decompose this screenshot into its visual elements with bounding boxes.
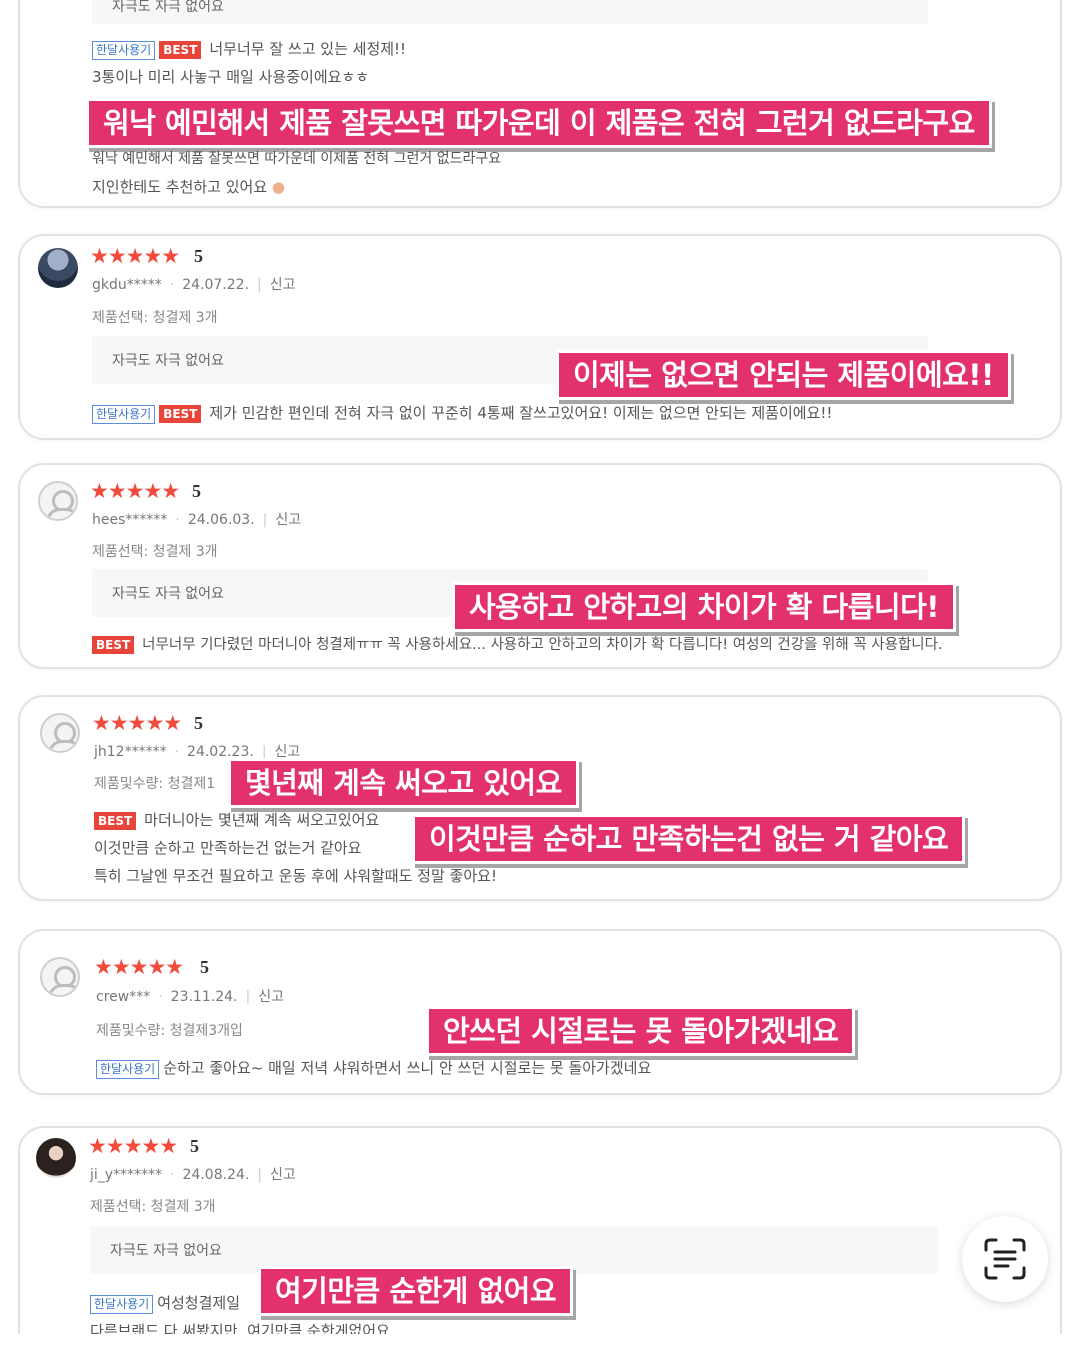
rating-score: 5 <box>192 481 201 501</box>
star-rating: ★★★★★ <box>88 1134 178 1158</box>
review-text-line: 한달사용기 BEST 제가 민감한 편인데 전혀 자극 없이 꾸준히 4통째 잘쓰고… <box>92 402 832 424</box>
review-text-line: 특히 그날엔 무조건 필요하고 운동 후에 샤워할때도 정말 좋아요! <box>94 867 497 885</box>
avatar <box>36 1138 76 1178</box>
highlight-caption: 몇년째 계속 써오고 있어요 <box>228 758 579 808</box>
review-text: 마더니아는 몇년째 계속 써오고있어요 <box>144 811 380 829</box>
review-text-line: 한달사용기 여성청결제일 <box>90 1292 240 1314</box>
star-rating: ★★★★★ <box>94 955 184 979</box>
report-link[interactable]: 신고 <box>275 512 301 528</box>
review-text: 너무너무 기다렸던 마더니아 청결제ㅠㅠ 꼭 사용하세요... 사용하고 안하고… <box>142 637 943 653</box>
highlight-caption: 여기만큼 순한게 없어요 <box>258 1266 573 1316</box>
review-text: 여성청결제일 <box>157 1294 241 1312</box>
rating-score: 5 <box>200 957 209 977</box>
review-text-line: BEST 너무너무 기다렸던 마더니아 청결제ㅠㅠ 꼭 사용하세요... 사용하고… <box>92 633 943 654</box>
username: gkdu***** <box>92 277 162 293</box>
review-text-line: 3통이나 미리 사놓구 매일 사용중이에요ㅎㅎ <box>92 68 370 86</box>
best-tag: BEST <box>159 41 202 59</box>
username: ji_y******* <box>90 1167 163 1183</box>
review-text: 너무너무 잘 쓰고 있는 세정제!! <box>209 40 407 58</box>
review-meta: ji_y******* · 24.08.24. | 신고 <box>90 1167 296 1183</box>
product-option: 제품선택: 청결제 3개 <box>90 1199 216 1215</box>
review-text: 제가 민감한 편인데 전혀 자극 없이 꾸준히 4통째 잘쓰고있어요! 이제는 … <box>209 404 833 422</box>
highlight-caption: 이제는 없으면 안되는 제품이에요!! <box>556 350 1011 400</box>
rating-score: 5 <box>194 246 203 266</box>
review-text-line: 이것만큼 순하고 만족하는건 없는거 같아요 <box>94 839 362 857</box>
review-option-box: 자극도 자극 없어요 <box>92 0 928 24</box>
review-text-line: 워낙 예민해서 제품 잘못쓰면 따가운데 이제품 전혀 그런거 없드라구요 <box>92 151 502 167</box>
product-option: 제품선택: 청결제 3개 <box>92 544 218 560</box>
highlight-caption: 워낙 예민해서 제품 잘못쓰면 따가운데 이 제품은 전혀 그런거 없드라구요 <box>86 98 992 148</box>
review-date: 24.08.24. <box>182 1167 250 1183</box>
avatar <box>40 957 80 997</box>
star-rating: ★★★★★ <box>90 244 180 268</box>
review-text: 순하고 좋아요~ 매일 저녁 샤워하면서 쓰니 안 쓰던 시절로는 못 돌아가겠… <box>163 1059 652 1077</box>
review-meta: gkdu***** · 24.07.22. | 신고 <box>92 277 296 293</box>
username: crew*** <box>96 989 151 1005</box>
review-text-line: 한달사용기 순하고 좋아요~ 매일 저녁 샤워하면서 쓰니 안 쓰던 시절로는 못… <box>96 1057 651 1079</box>
month-usage-tag: 한달사용기 <box>92 41 156 60</box>
highlight-caption: 안쓰던 시절로는 못 돌아가겠네요 <box>426 1006 856 1056</box>
text-scan-button[interactable] <box>962 1216 1048 1302</box>
best-tag: BEST <box>159 405 202 423</box>
month-usage-tag: 한달사용기 <box>90 1295 154 1314</box>
month-usage-tag: 한달사용기 <box>96 1060 160 1079</box>
review-card: ★★★★★ 5 hees****** · 24.06.03. | 신고 제품선택: 청결… <box>18 463 1062 669</box>
star-rating: ★★★★★ <box>90 479 180 503</box>
best-tag: BEST <box>92 636 135 654</box>
product-option: 제품선택: 청결제 3개 <box>92 310 218 326</box>
review-text: 지인한테도 추천하고 있어요 <box>92 178 268 196</box>
avatar <box>38 481 78 521</box>
highlight-caption: 사용하고 안하고의 차이가 확 다릅니다! <box>452 582 956 632</box>
product-option: 제품및수량: 청결제1 <box>94 776 216 792</box>
review-date: 24.06.03. <box>187 512 255 528</box>
thumbs-up-icon: ● <box>271 178 286 196</box>
review-text-line: 지인한테도 추천하고 있어요 ● <box>92 176 285 197</box>
review-meta: crew*** · 23.11.24. | 신고 <box>96 989 284 1005</box>
report-link[interactable]: 신고 <box>258 989 284 1005</box>
username: hees****** <box>92 512 168 528</box>
star-rating: ★★★★★ <box>92 711 182 735</box>
month-usage-tag: 한달사용기 <box>92 405 156 424</box>
username: jh12****** <box>94 744 167 760</box>
highlight-caption: 이것만큼 순하고 만족하는건 없는 거 같아요 <box>412 814 966 864</box>
review-meta: hees****** · 24.06.03. | 신고 <box>92 512 302 528</box>
avatar <box>40 713 80 753</box>
review-text-line: 한달사용기 BEST 너무너무 잘 쓰고 있는 세정제!! <box>92 38 406 60</box>
review-card: ★★★★★ 5 gkdu***** · 24.07.22. | 신고 제품선택: 청결제… <box>18 234 1062 440</box>
report-link[interactable]: 신고 <box>270 277 296 293</box>
text-scan-icon <box>984 1238 1026 1280</box>
product-option: 제품및수량: 청결제3개입 <box>96 1023 243 1039</box>
best-tag: BEST <box>94 812 137 830</box>
review-date: 23.11.24. <box>170 989 238 1005</box>
rating-score: 5 <box>194 713 203 733</box>
rating-score: 5 <box>190 1136 199 1156</box>
bottom-edge <box>0 1334 1080 1349</box>
review-text-line: BEST 마더니아는 몇년째 계속 써오고있어요 <box>94 809 379 830</box>
avatar <box>38 248 78 288</box>
report-link[interactable]: 신고 <box>270 1167 296 1183</box>
review-date: 24.07.22. <box>182 277 250 293</box>
